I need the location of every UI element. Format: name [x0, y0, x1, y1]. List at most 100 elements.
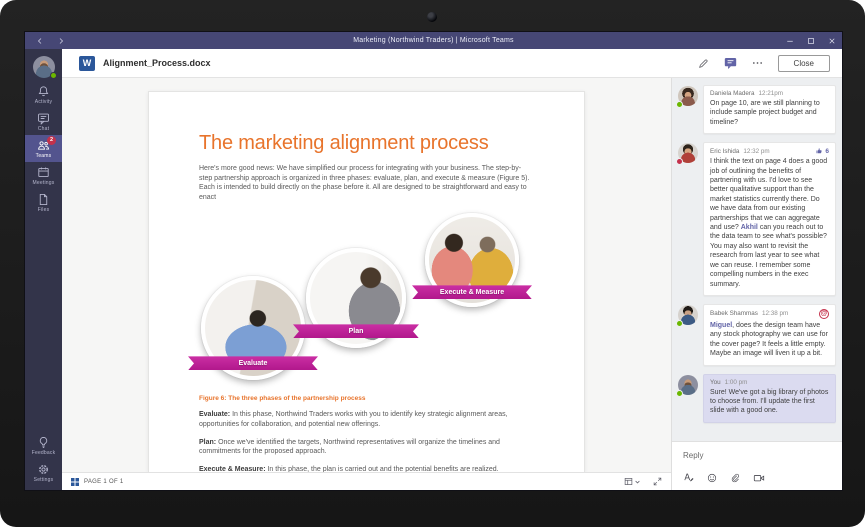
document-title: The marketing alignment process — [199, 132, 534, 155]
edit-pencil-icon[interactable] — [698, 58, 709, 69]
presence-available-dot — [676, 390, 683, 397]
message-timestamp: 12:38 pm — [762, 310, 788, 317]
sidebar-item-settings[interactable]: Settings — [25, 459, 62, 486]
teams-window: Marketing (Northwind Traders) | Microsof… — [25, 32, 842, 490]
at-mention-badge: @ — [819, 309, 829, 319]
sidebar-item-label: Files — [38, 207, 50, 213]
close-window-icon[interactable] — [821, 32, 842, 49]
message-author[interactable]: Babek Shammas — [710, 310, 758, 317]
document-viewer: The marketing alignment process Here's m… — [62, 78, 671, 490]
word-icon: W — [79, 56, 95, 71]
message-author[interactable]: Daniela Madera — [710, 90, 754, 97]
document-paragraph: Execute & Measure: In this phase, the pl… — [199, 465, 534, 472]
attach-icon[interactable] — [730, 473, 740, 483]
sidebar-item-label: Feedback — [32, 450, 56, 456]
forward-icon[interactable] — [57, 37, 65, 45]
back-icon[interactable] — [36, 37, 44, 45]
unread-badge: 2 — [47, 136, 56, 145]
document-paragraph: Evaluate: In this phase, Northwind Trade… — [199, 410, 534, 429]
figure-caption: Figure 6: The three phases of the partne… — [199, 395, 534, 402]
phase-plan: Plan — [306, 248, 406, 348]
message-author[interactable]: You — [710, 379, 721, 386]
title-bar: Marketing (Northwind Traders) | Microsof… — [25, 32, 842, 49]
message-timestamp: 12:21pm — [758, 90, 783, 97]
maximize-icon[interactable] — [800, 32, 821, 49]
document-intro: Here's more good news: We have simplifie… — [199, 164, 534, 202]
document-statusbar: PAGE 1 OF 1 — [62, 472, 671, 490]
fullscreen-icon[interactable] — [653, 477, 662, 486]
conversation-toggle-icon[interactable] — [724, 56, 737, 70]
message-card: Daniela Madera 12:21pm On page 10, are we … — [703, 85, 836, 134]
presence-busy-dot — [676, 158, 683, 165]
document-header: W Alignment_Process.docx Close — [62, 49, 842, 78]
sidebar-item-activity[interactable]: Activity — [25, 81, 62, 108]
message-author[interactable]: Eric Ishida — [710, 148, 739, 155]
webcam-dot — [427, 12, 437, 22]
sidebar-item-meetings[interactable]: Meetings — [25, 162, 62, 189]
like-badge[interactable]: 6 — [815, 147, 829, 155]
profile-avatar[interactable] — [33, 56, 55, 78]
avatar-daniela — [678, 86, 698, 106]
phases-figure: EvaluatePlanExecute & Measure — [199, 212, 534, 382]
bulb-icon — [37, 436, 50, 449]
sidebar-item-label: Activity — [35, 99, 52, 105]
sidebar-item-label: Chat — [38, 126, 49, 132]
message-text: On page 10, are we still planning to inc… — [710, 99, 829, 127]
message-card: Eric Ishida 12:32 pm 6 I think the text on … — [703, 142, 836, 296]
phase-evaluate: Evaluate — [201, 276, 305, 380]
message-card-self: You 1:00 pm Sure! We've got a big library … — [703, 374, 836, 423]
format-icon[interactable] — [683, 472, 694, 483]
reply-box[interactable]: Reply — [672, 441, 842, 490]
file-icon — [37, 193, 50, 206]
avatar-eric — [678, 143, 698, 163]
conversation-panel: Daniela Madera 12:21pm On page 10, are we … — [671, 78, 842, 490]
chat-message: Daniela Madera 12:21pm On page 10, are we … — [678, 85, 836, 134]
sidebar-item-label: Settings — [34, 477, 54, 483]
emoji-icon[interactable] — [707, 473, 717, 483]
message-timestamp: 12:32 pm — [743, 148, 769, 155]
reply-input[interactable]: Reply — [683, 451, 831, 460]
chat-icon — [37, 112, 50, 125]
avatar-you — [678, 375, 698, 395]
message-text: Miguel, does the design team have any st… — [710, 321, 829, 359]
chat-message: Babek Shammas 12:38 pm @ Miguel, does the d… — [678, 304, 836, 366]
phase-ribbon-label: Execute & Measure — [412, 285, 532, 299]
phase-ribbon-label: Evaluate — [188, 356, 318, 370]
app-sidebar: Activity Chat 2 Teams Meetings Files Feedback… — [25, 49, 62, 490]
calendar-icon — [37, 166, 50, 179]
sidebar-item-feedback[interactable]: Feedback — [25, 432, 62, 459]
user-mention[interactable]: Akhil — [741, 224, 758, 231]
message-text: Sure! We've got a big library of photos … — [710, 388, 829, 416]
phase-ribbon-label: Plan — [293, 324, 419, 338]
presence-available-dot — [676, 101, 683, 108]
sidebar-item-teams[interactable]: 2 Teams — [25, 135, 62, 162]
phase-execute-measure: Execute & Measure — [425, 213, 519, 307]
page-grid-icon — [71, 478, 79, 486]
document-paragraph: Plan: Once we've identified the targets,… — [199, 438, 534, 457]
document-filename: Alignment_Process.docx — [103, 58, 211, 68]
close-document-button[interactable]: Close — [778, 55, 830, 72]
sidebar-item-chat[interactable]: Chat — [25, 108, 62, 135]
gear-icon — [37, 463, 50, 476]
user-mention[interactable]: Miguel — [710, 322, 732, 329]
bell-icon — [37, 85, 50, 98]
device-frame: Marketing (Northwind Traders) | Microsof… — [0, 0, 865, 527]
avatar-babek — [678, 305, 698, 325]
minimize-icon[interactable] — [779, 32, 800, 49]
chat-message: Eric Ishida 12:32 pm 6 I think the text on … — [678, 142, 836, 296]
message-timestamp: 1:00 pm — [725, 379, 748, 386]
presence-available-dot — [676, 320, 683, 327]
sidebar-item-files[interactable]: Files — [25, 189, 62, 216]
message-text: I think the text on page 4 does a good j… — [710, 157, 829, 289]
window-title: Marketing (Northwind Traders) | Microsof… — [25, 37, 842, 44]
document-page: The marketing alignment process Here's m… — [148, 91, 585, 472]
message-card: Babek Shammas 12:38 pm @ Miguel, does the d… — [703, 304, 836, 366]
sidebar-item-label: Meetings — [33, 180, 55, 186]
chat-message: You 1:00 pm Sure! We've got a big library … — [678, 374, 836, 423]
presence-available-dot — [50, 72, 57, 79]
page-count-label: PAGE 1 OF 1 — [84, 479, 124, 485]
video-gif-icon[interactable] — [753, 473, 765, 483]
more-options-icon[interactable] — [752, 61, 763, 65]
sidebar-item-label: Teams — [36, 153, 52, 159]
view-mode-icon[interactable] — [624, 477, 640, 486]
